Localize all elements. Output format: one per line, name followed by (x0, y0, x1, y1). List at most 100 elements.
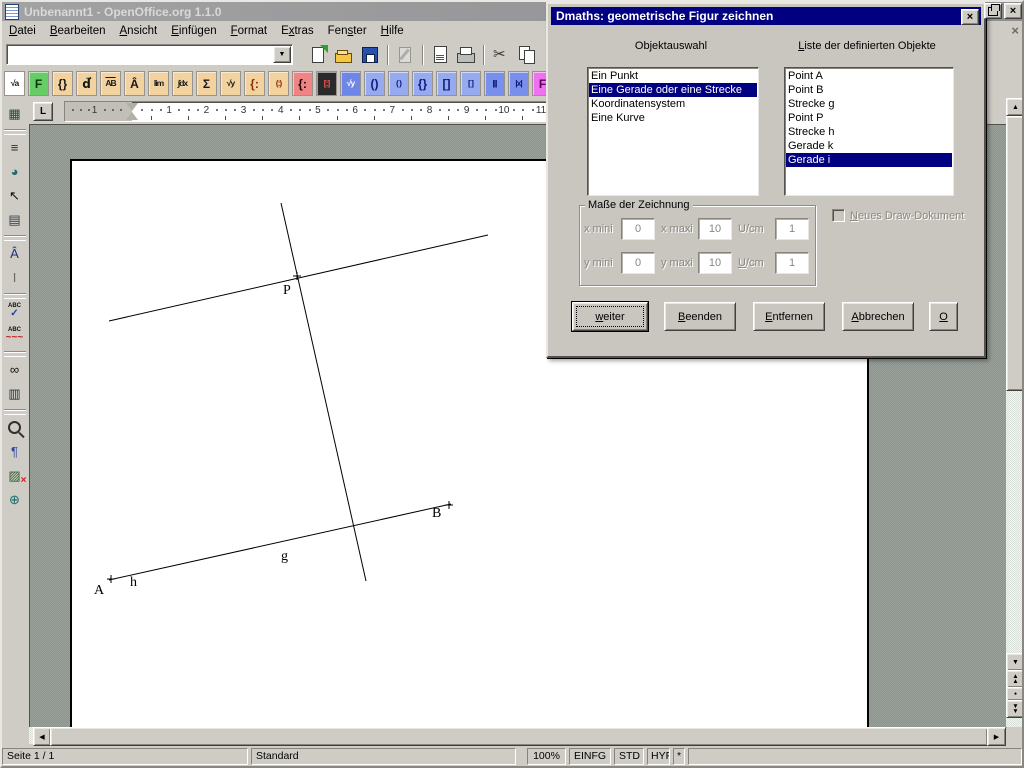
status-selection-mode[interactable]: STD (614, 748, 644, 765)
weiter-button[interactable]: weiter (572, 302, 648, 331)
form-functions-icon[interactable]: ▤ (3, 208, 27, 231)
brackets-wide-blue-icon[interactable]: [ ] (460, 71, 481, 96)
entfernen-button[interactable]: Entfernen (753, 302, 825, 331)
url-combobox[interactable]: ▼ (6, 44, 293, 65)
object-type-item[interactable]: Eine Kurve (589, 111, 757, 125)
next-page-button[interactable]: ▼▼ (1006, 700, 1024, 718)
indent-marker[interactable] (125, 102, 139, 121)
limit-icon[interactable]: lim (148, 71, 169, 96)
insert-table-icon[interactable]: ▦ (3, 102, 27, 125)
status-insert-mode[interactable]: EINFG (569, 748, 611, 765)
object-type-listbox[interactable]: Ein PunktEine Gerade oder eine StreckeKo… (587, 67, 759, 196)
close-document-icon[interactable]: × (1011, 23, 1019, 38)
status-page-style[interactable]: Standard (251, 748, 516, 765)
tab-stop-selector[interactable]: L (33, 102, 53, 121)
braces-blue-icon[interactable]: {} (412, 71, 433, 96)
menu-item-datei[interactable]: Datei (2, 23, 43, 39)
object-type-item[interactable]: Koordinatensystem (589, 97, 757, 111)
graphics-on-off-icon[interactable]: ▨× (3, 464, 27, 487)
sum-icon[interactable]: Σ (196, 71, 217, 96)
dialog-titlebar[interactable]: Dmaths: geometrische Figur zeichnen × (551, 7, 981, 25)
defined-object-item[interactable]: Gerade i (786, 153, 952, 167)
edit-file-icon[interactable] (394, 44, 416, 66)
o-button[interactable]: O (929, 302, 958, 331)
bracket-colon-dark-icon[interactable]: [:] (316, 71, 337, 96)
save-document-icon[interactable] (359, 44, 381, 66)
print-file-icon[interactable] (455, 44, 477, 66)
object-type-item[interactable]: Ein Punkt (589, 69, 757, 83)
zoom-icon[interactable] (3, 416, 27, 439)
direct-cursor-icon[interactable]: I (3, 266, 27, 289)
navigation-button[interactable]: ● (1006, 687, 1024, 701)
menu-item-bearbeiten[interactable]: Bearbeiten (43, 23, 113, 39)
defined-object-item[interactable]: Point B (786, 83, 952, 97)
sqrt-blue-icon[interactable]: √y (340, 71, 361, 96)
copy-icon[interactable] (516, 44, 538, 66)
horizontal-scroll-thumb[interactable] (50, 727, 988, 746)
formula-green-icon[interactable]: F (28, 71, 49, 96)
defined-object-item[interactable]: Strecke g (786, 97, 952, 111)
sqrt-y-icon[interactable]: √y (220, 71, 241, 96)
menu-item-ansicht[interactable]: Ansicht (113, 23, 165, 39)
url-input[interactable] (8, 46, 274, 63)
close-button[interactable]: × (1004, 3, 1022, 19)
brace-colon-icon[interactable]: {: (244, 71, 265, 96)
combo-dropdown-button[interactable]: ▼ (273, 46, 291, 63)
u-per-cm-y-field[interactable]: 1 (775, 252, 809, 274)
menu-item-einfuegen[interactable]: Einfügen (164, 23, 223, 39)
defined-object-item[interactable]: Gerade k (786, 139, 952, 153)
defined-object-item[interactable]: Strecke h (786, 125, 952, 139)
auto-spellcheck-icon[interactable]: ABC~~~ (3, 324, 27, 347)
paren-colon-icon[interactable]: (:) (268, 71, 289, 96)
y-maxi-field[interactable]: 10 (698, 252, 732, 274)
cut-icon[interactable] (490, 44, 512, 66)
data-sources-icon[interactable]: ▥ (3, 382, 27, 405)
y-mini-field[interactable]: 0 (621, 252, 655, 274)
select-pointer-icon[interactable]: ↖ (3, 184, 27, 207)
brackets-blue-icon[interactable]: [] (436, 71, 457, 96)
parens-wide-blue-icon[interactable]: ( ) (388, 71, 409, 96)
u-per-cm-x-field[interactable]: 1 (775, 218, 809, 240)
defined-object-item[interactable]: Point A (786, 69, 952, 83)
vertical-scroll-thumb[interactable] (1006, 116, 1024, 391)
online-layout-icon[interactable]: ⊕ (3, 488, 27, 511)
scroll-down-button[interactable]: ▼ (1006, 653, 1024, 671)
open-document-icon[interactable] (333, 44, 355, 66)
scroll-left-button[interactable]: ◀ (33, 727, 51, 746)
new-draw-document-checkbox[interactable]: Neues Draw-Dokument (832, 209, 964, 222)
menu-item-extras[interactable]: Extras (274, 23, 321, 39)
status-zoom[interactable]: 100% (527, 748, 566, 765)
insert-objects-icon[interactable]: ◕ (3, 160, 27, 183)
find-replace-icon[interactable]: ∞ (3, 358, 27, 381)
brace-colon-red-icon[interactable]: {: (292, 71, 313, 96)
overline-ab-icon[interactable]: AB (100, 71, 121, 96)
scroll-right-button[interactable]: ▶ (987, 727, 1006, 746)
horizontal-scrollbar[interactable]: ◀ ▶ (29, 727, 1006, 744)
integral-icon[interactable]: ∫dx (172, 71, 193, 96)
abbrechen-button[interactable]: Abbrechen (842, 302, 914, 331)
a-hat-icon[interactable]: Â (124, 71, 145, 96)
menu-item-fenster[interactable]: Fenster (321, 23, 374, 39)
new-document-icon[interactable] (307, 44, 329, 66)
defined-object-item[interactable]: Point P (786, 111, 952, 125)
defined-objects-listbox[interactable]: Point APoint BStrecke gPoint PStrecke hG… (784, 67, 954, 196)
x-mini-field[interactable]: 0 (621, 218, 655, 240)
object-type-item[interactable]: Eine Gerade oder eine Strecke (589, 83, 757, 97)
insert-draw-text-icon[interactable]: Â (3, 242, 27, 265)
restore-button[interactable] (984, 3, 1002, 19)
vector-d-icon[interactable]: d⃗ (76, 71, 97, 96)
x-maxi-field[interactable]: 10 (698, 218, 732, 240)
menu-item-format[interactable]: Format (224, 23, 274, 39)
scroll-up-button[interactable]: ▲ (1006, 98, 1024, 116)
sqrt-a-icon[interactable]: √a (4, 71, 25, 96)
status-page-number[interactable]: Seite 1 / 1 (2, 748, 248, 765)
parens-blue-icon[interactable]: () (364, 71, 385, 96)
beenden-button[interactable]: Beenden (664, 302, 736, 331)
braces-icon[interactable]: {} (52, 71, 73, 96)
previous-page-button[interactable]: ▲▲ (1006, 670, 1024, 688)
menu-item-hilfe[interactable]: Hilfe (374, 23, 411, 39)
export-pdf-icon[interactable] (429, 44, 451, 66)
vertical-scrollbar[interactable]: ▲ ▼ ▲▲ ● ▼▼ (1006, 98, 1023, 727)
formatting-marks-icon[interactable]: ¶ (3, 440, 27, 463)
triple-bar-icon[interactable]: ||| (484, 71, 505, 96)
